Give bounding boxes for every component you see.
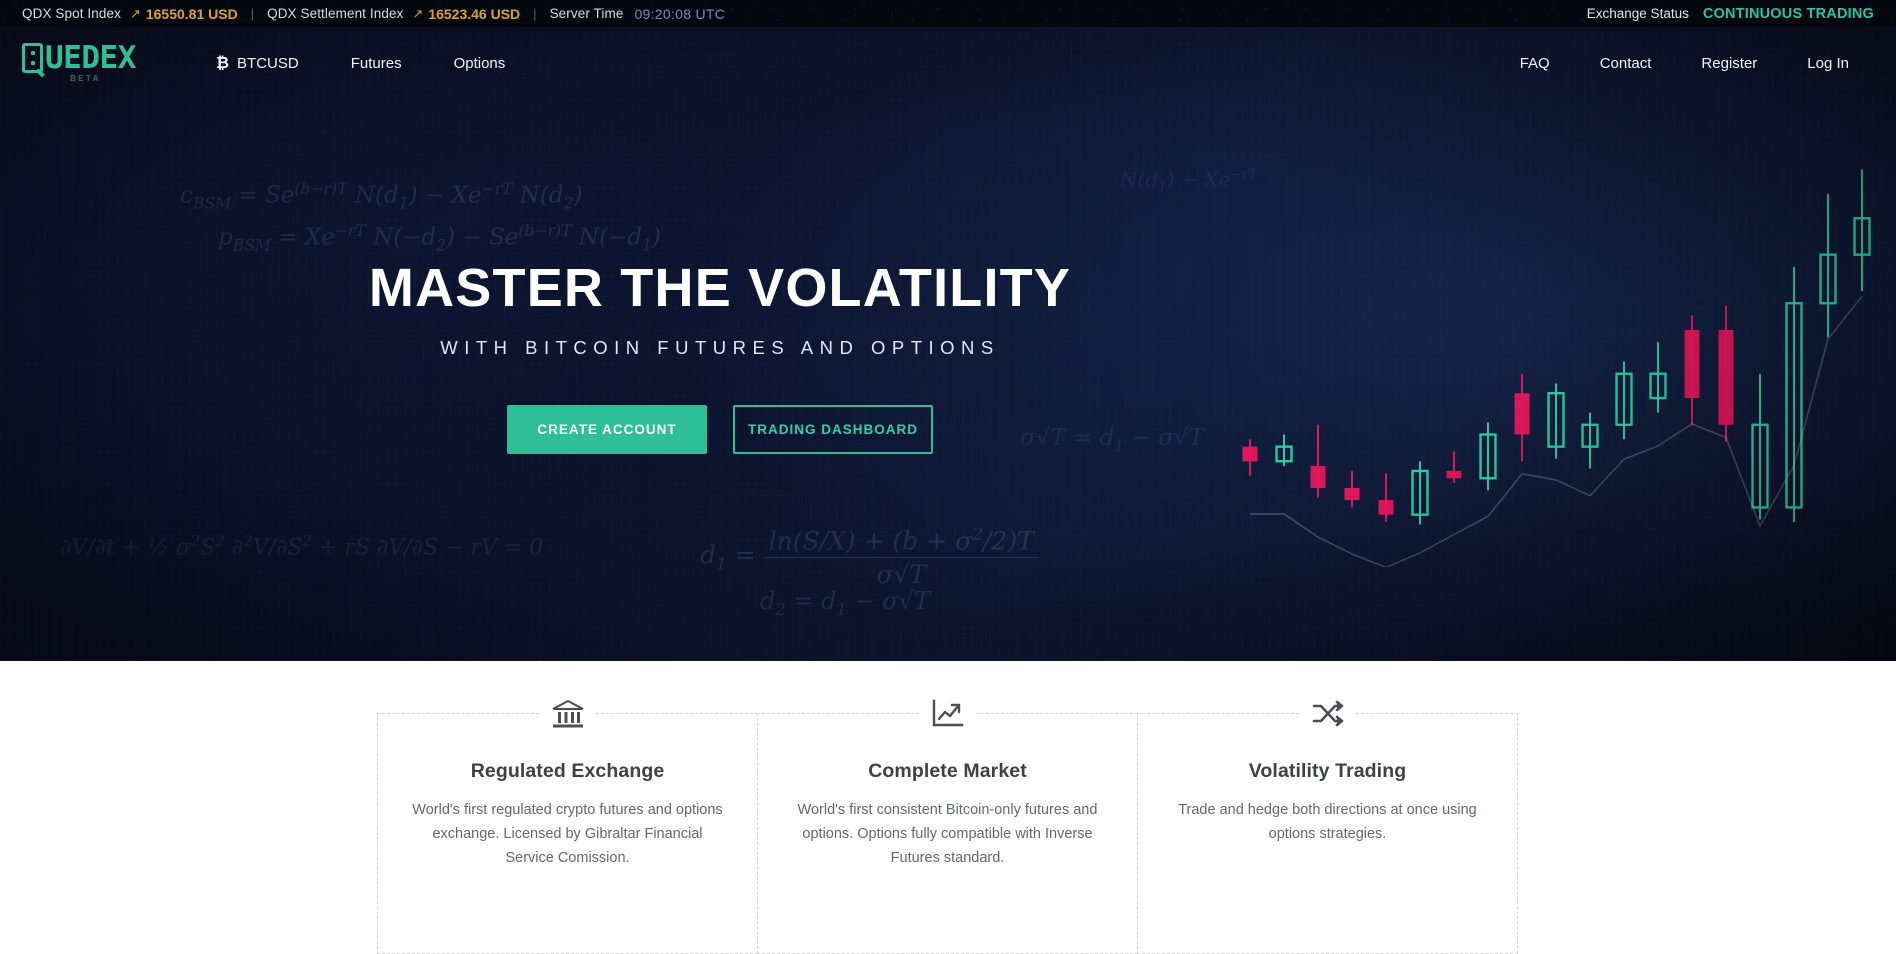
spot-trend-arrow-icon: ↗: [130, 6, 141, 22]
features-grid: Regulated Exchange World's first regulat…: [378, 713, 1518, 954]
nav-item-btcusd-label: BTCUSD: [237, 55, 299, 72]
brand-wordmark: UEDEX: [45, 43, 136, 73]
nav-item-faq[interactable]: FAQ: [1495, 45, 1575, 82]
secondary-nav: FAQ Contact Register Log In: [1495, 45, 1874, 82]
main-navbar: UEDEX BETA ₿ BTCUSD Futures Options FAQ …: [0, 27, 1896, 99]
exchange-status-badge: CONTINUOUS TRADING: [1703, 6, 1874, 22]
hero-title: MASTER THE VOLATILITY: [0, 259, 1440, 318]
shuffle-arrows-icon: [1301, 692, 1355, 736]
primary-nav: ₿ BTCUSD Futures Options: [190, 43, 531, 83]
bank-columns-icon: [541, 692, 595, 736]
ticker-bar: QDX Spot Index ↗ 16550.81 USD | QDX Sett…: [0, 0, 1896, 27]
feature-card-volatility-trading: Volatility Trading Trade and hedge both …: [1137, 713, 1518, 954]
features-section: Regulated Exchange World's first regulat…: [0, 661, 1896, 954]
exchange-status-label: Exchange Status: [1587, 6, 1689, 21]
nav-item-btcusd[interactable]: ₿ BTCUSD: [190, 43, 325, 83]
settlement-index-value: 16523.46 USD: [428, 6, 520, 22]
settlement-index-label: QDX Settlement Index: [267, 6, 403, 21]
quedex-q-icon: [22, 43, 43, 73]
brand-logo-mark: UEDEX: [22, 43, 158, 73]
server-time-value: 09:20:08 UTC: [634, 6, 725, 22]
feature-title: Regulated Exchange: [412, 760, 723, 783]
ticker-right-group: Exchange Status CONTINUOUS TRADING: [1587, 6, 1874, 22]
feature-description: World's first consistent Bitcoin-only fu…: [792, 799, 1103, 870]
hero-section: C4.-61%2-0.B1EB674+F4158E1A6CA%.E257A0C3…: [0, 27, 1896, 661]
nav-item-login[interactable]: Log In: [1782, 45, 1874, 82]
feature-title: Complete Market: [792, 760, 1103, 783]
nav-item-options[interactable]: Options: [428, 45, 532, 82]
feature-card-complete-market: Complete Market World's first consistent…: [757, 713, 1138, 954]
brand-beta-badge: BETA: [70, 74, 158, 83]
create-account-button[interactable]: CREATE ACCOUNT: [507, 405, 707, 454]
server-time-label: Server Time: [550, 6, 624, 21]
spot-index-label: QDX Spot Index: [22, 6, 121, 21]
settlement-trend-arrow-icon: ↗: [412, 6, 423, 22]
feature-description: World's first regulated crypto futures a…: [412, 799, 723, 870]
chart-trending-up-icon: [921, 692, 975, 736]
nav-item-contact[interactable]: Contact: [1575, 45, 1677, 82]
hero-subtitle: WITH BITCOIN FUTURES AND OPTIONS: [0, 337, 1440, 359]
nav-item-register[interactable]: Register: [1676, 45, 1782, 82]
ticker-separator: |: [251, 6, 254, 21]
trading-dashboard-button[interactable]: TRADING DASHBOARD: [733, 405, 933, 454]
feature-title: Volatility Trading: [1172, 760, 1483, 783]
nav-item-futures[interactable]: Futures: [325, 45, 428, 82]
hero-cta-group: CREATE ACCOUNT TRADING DASHBOARD: [0, 405, 1440, 454]
feature-description: Trade and hedge both directions at once …: [1172, 799, 1483, 847]
feature-card-regulated-exchange: Regulated Exchange World's first regulat…: [377, 713, 758, 954]
ticker-left-group: QDX Spot Index ↗ 16550.81 USD | QDX Sett…: [22, 6, 725, 22]
ticker-separator-2: |: [533, 6, 536, 21]
bitcoin-icon: ₿: [216, 53, 229, 73]
hero-content: MASTER THE VOLATILITY WITH BITCOIN FUTUR…: [0, 99, 1440, 454]
spot-index-value: 16550.81 USD: [146, 6, 238, 22]
brand-logo[interactable]: UEDEX BETA: [22, 43, 158, 83]
